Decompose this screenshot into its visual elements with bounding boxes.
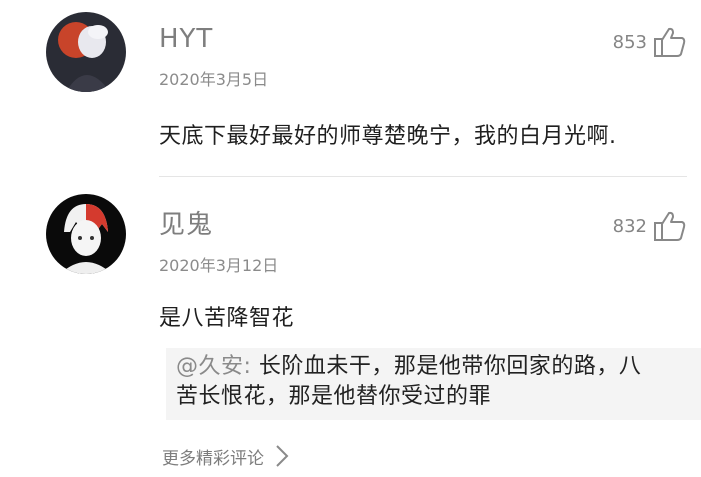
- like-count: 853: [612, 31, 647, 53]
- quoted-reply-user[interactable]: @久安:: [176, 354, 251, 379]
- avatar-image: [46, 12, 126, 92]
- more-comments-link[interactable]: 更多精彩评论: [162, 443, 290, 469]
- thumbs-up-icon: [654, 27, 686, 57]
- comment-username[interactable]: 见鬼: [159, 204, 213, 241]
- like-count: 832: [612, 215, 647, 237]
- more-comments-label: 更多精彩评论: [162, 448, 264, 469]
- comment-item: 见鬼 2020年3月12日 832 是八苦降智花 @久安: 长阶血未干，那是他带…: [0, 180, 701, 440]
- divider: [159, 176, 687, 177]
- avatar[interactable]: [46, 194, 126, 274]
- comment-content: 是八苦降智花: [159, 306, 295, 331]
- comment-date: 2020年3月12日: [159, 256, 279, 275]
- like-button[interactable]: 853: [613, 26, 687, 58]
- comment-date: 2020年3月5日: [159, 70, 269, 89]
- chevron-right-icon: [276, 445, 289, 467]
- quoted-reply[interactable]: @久安: 长阶血未干，那是他带你回家的路，八苦长恨花，那是他替你受过的罪: [166, 348, 701, 420]
- comment-item: HYT 2020年3月5日 853 天底下最好最好的师尊楚晚宁，我的白月光啊.: [0, 0, 701, 180]
- avatar-image: [46, 194, 126, 274]
- comment-username[interactable]: HYT: [159, 24, 213, 54]
- avatar[interactable]: [46, 12, 126, 92]
- thumbs-up-icon: [654, 211, 686, 241]
- comment-content: 天底下最好最好的师尊楚晚宁，我的白月光啊.: [159, 124, 617, 149]
- like-button[interactable]: 832: [613, 210, 687, 242]
- quoted-reply-text: @久安: 长阶血未干，那是他带你回家的路，八苦长恨花，那是他替你受过的罪: [176, 352, 646, 412]
